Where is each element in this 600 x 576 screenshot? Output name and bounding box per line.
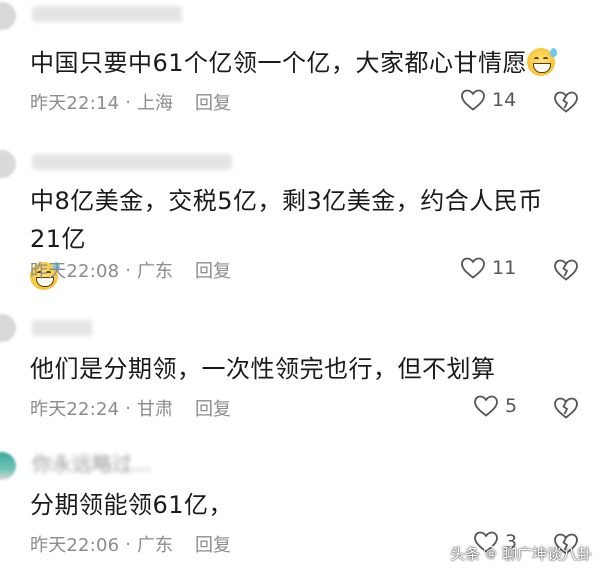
broken-heart-icon[interactable] xyxy=(553,90,579,114)
avatar[interactable] xyxy=(0,452,16,480)
reply-button[interactable]: 回复 xyxy=(195,531,231,557)
comment-text-body: 中国只要中61个亿领一个亿，大家都心甘情愿 xyxy=(30,49,528,77)
meta-separator: · xyxy=(125,533,132,555)
username-blurred[interactable] xyxy=(32,6,182,22)
comment-time: 昨天22:08 xyxy=(30,261,120,282)
comment-meta: 昨天22:14 · 上海 回复 xyxy=(30,88,231,116)
broken-heart-icon[interactable] xyxy=(553,396,579,420)
at-icon: @ xyxy=(482,545,499,562)
comment-location: 上海 xyxy=(137,93,174,114)
comment-time: 昨天22:14 xyxy=(30,93,120,114)
comment-location: 广东 xyxy=(137,261,174,282)
broken-heart-icon[interactable] xyxy=(553,258,579,282)
comment-meta: 昨天22:08 · 广东 回复 xyxy=(30,256,231,284)
watermark-prefix: 头条 xyxy=(449,545,480,563)
comment-meta: 昨天22:06 · 广东 回复 xyxy=(30,530,231,558)
meta-separator: · xyxy=(125,91,132,113)
comment-time: 昨天22:24 xyxy=(30,399,120,420)
comment-text: 分期领能领61亿， xyxy=(30,486,560,524)
meta-separator: · xyxy=(125,259,132,281)
username-blurred[interactable] xyxy=(32,154,232,170)
meta-separator: · xyxy=(125,397,132,419)
comment-location: 甘肃 xyxy=(137,399,174,420)
comment-meta: 昨天22:24 · 甘肃 回复 xyxy=(30,394,231,422)
comment-item: 他们是分期领，一次性领完也行，但不划算 昨天22:24 · 甘肃 回复 5 xyxy=(0,300,600,440)
heart-outline-icon xyxy=(474,395,498,417)
reply-button[interactable]: 回复 xyxy=(195,257,231,283)
like-count: 5 xyxy=(505,395,518,417)
comment-text-body: 分期领能领61亿， xyxy=(30,491,234,519)
reply-button[interactable]: 回复 xyxy=(195,395,231,421)
comment-text: 中国只要中61个亿领一个亿，大家都心甘情愿 xyxy=(30,44,560,82)
reply-button[interactable]: 回复 xyxy=(195,89,231,115)
comment-item: 中8亿美金，交税5亿，剩3亿美金，约合人民币21亿 昨天22:08 · 广东 回… xyxy=(0,140,600,300)
heart-outline-icon xyxy=(461,89,485,111)
comment-location: 广东 xyxy=(137,535,174,556)
like-count: 14 xyxy=(492,89,517,111)
comment-item: 中国只要中61个亿领一个亿，大家都心甘情愿 昨天22:14 · 上海 回复 14 xyxy=(0,0,600,140)
watermark-handle: 聊广坤谈八卦 xyxy=(501,545,592,563)
grinning-sweat-emoji-icon xyxy=(527,48,558,76)
like-button[interactable]: 14 xyxy=(460,88,516,112)
heart-outline-icon xyxy=(461,257,485,279)
comment-time: 昨天22:06 xyxy=(30,535,120,556)
comment-text: 他们是分期领，一次性领完也行，但不划算 xyxy=(30,350,560,388)
watermark: 头条 @ 聊广坤谈八卦 xyxy=(450,543,592,564)
username-blurred[interactable] xyxy=(32,320,92,336)
avatar[interactable] xyxy=(0,314,16,342)
username-blurred[interactable]: 你永远略过... xyxy=(32,454,182,476)
like-button[interactable]: 11 xyxy=(460,256,516,280)
like-button[interactable]: 5 xyxy=(473,394,517,418)
avatar[interactable] xyxy=(0,150,16,178)
avatar[interactable] xyxy=(0,2,16,30)
like-count: 11 xyxy=(492,257,517,279)
comment-text-body: 中8亿美金，交税5亿，剩3亿美金，约合人民币21亿 xyxy=(30,187,543,253)
comment-text-body: 他们是分期领，一次性领完也行，但不划算 xyxy=(30,355,496,383)
